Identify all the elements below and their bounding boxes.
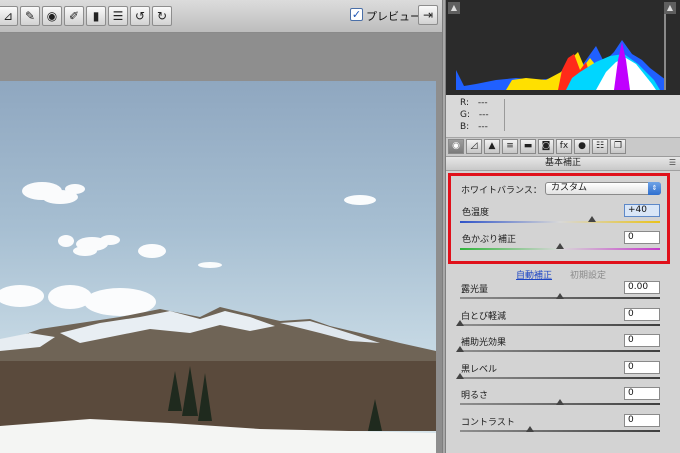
- default-tone-link[interactable]: 初期設定: [570, 268, 606, 281]
- temperature-label: 色温度: [462, 208, 490, 218]
- tab-camera-calibration-icon[interactable]: ●: [574, 139, 590, 154]
- adjustment-label: 露光量: [461, 285, 489, 295]
- image-canvas: [0, 33, 442, 453]
- white-balance-value: カスタム: [551, 183, 588, 193]
- adjustment-label: 黒レベル: [461, 364, 498, 375]
- tab-lens-icon[interactable]: ◙: [538, 139, 554, 154]
- auto-tone-link[interactable]: 自動補正: [516, 268, 552, 281]
- adjustment-input[interactable]: 0: [624, 360, 660, 374]
- tint-slider-thumb[interactable]: [556, 243, 564, 249]
- panel-tabs: ◉ ◿ ▲ ≡ ▬ ◙ fx ● ☷ ❐: [446, 138, 680, 157]
- adjustment-slider-thumb[interactable]: [556, 293, 564, 299]
- adjustment-input[interactable]: 0: [624, 334, 660, 347]
- tab-snapshots-icon[interactable]: ❐: [610, 139, 626, 154]
- white-balance-select[interactable]: カスタム ⇕: [545, 182, 661, 195]
- tab-detail-icon[interactable]: ▲: [484, 139, 500, 154]
- adjustment-slider-thumb[interactable]: [456, 319, 464, 326]
- g-label: G:: [460, 110, 471, 120]
- adjustment-slider-track[interactable]: [460, 429, 660, 432]
- tab-split-toning-icon[interactable]: ▬: [520, 139, 536, 154]
- histogram: ▲ ▲: [446, 0, 680, 95]
- section-menu-icon[interactable]: ☰: [669, 158, 676, 167]
- b-value: ---: [478, 122, 488, 132]
- r-value: ---: [477, 98, 488, 108]
- adjustment-slider-thumb[interactable]: [456, 346, 464, 352]
- temperature-input[interactable]: +40: [624, 204, 660, 217]
- adjustment-slider-track[interactable]: [460, 323, 660, 326]
- adjustment-slider-track[interactable]: [460, 350, 660, 352]
- preview-checkbox[interactable]: ✓: [350, 8, 363, 21]
- adjustment-label: 補助光効果: [461, 338, 507, 348]
- toolbar: ⊿ ✎ ◉ ✐ ▮ ☰ ↺ ↻ ✓ プレビュー ⇥: [0, 0, 442, 33]
- rotate-ccw-icon[interactable]: ↺: [130, 6, 150, 26]
- adjustment-input[interactable]: 0.00: [624, 281, 660, 294]
- red-eye-icon[interactable]: ◉: [42, 6, 62, 26]
- tab-hsl-icon[interactable]: ≡: [502, 139, 518, 154]
- adjustment-slider-thumb[interactable]: [456, 372, 464, 379]
- tab-basic-icon[interactable]: ◉: [448, 139, 464, 154]
- adjustment-label: 白とび軽減: [461, 311, 507, 322]
- straighten-tool-icon[interactable]: ⊿: [0, 6, 18, 26]
- adjustment-label: 明るさ: [461, 391, 489, 401]
- adjustment-slider-thumb[interactable]: [526, 425, 534, 432]
- chevron-updown-icon: ⇕: [648, 182, 661, 195]
- graduated-filter-icon[interactable]: ▮: [86, 6, 106, 26]
- rotate-cw-icon[interactable]: ↻: [152, 6, 172, 26]
- r-label: R:: [460, 98, 470, 108]
- fullscreen-toggle-icon[interactable]: ⇥: [418, 5, 438, 25]
- tint-label: 色かぶり補正: [462, 235, 517, 245]
- temperature-slider-thumb[interactable]: [588, 216, 596, 222]
- tab-effects-icon[interactable]: fx: [556, 139, 572, 154]
- adjustment-label: コントラスト: [461, 417, 515, 428]
- tab-tone-curve-icon[interactable]: ◿: [466, 139, 482, 154]
- tab-presets-icon[interactable]: ☷: [592, 139, 608, 154]
- rgb-readout: R: --- G: --- B: ---: [446, 95, 680, 138]
- g-value: ---: [478, 110, 489, 120]
- adjustment-brush-icon[interactable]: ✐: [64, 6, 84, 26]
- adjustment-input[interactable]: 0: [624, 413, 660, 427]
- adjustment-input[interactable]: 0: [624, 307, 660, 321]
- readout-separator: [504, 99, 505, 131]
- preferences-icon[interactable]: ☰: [108, 6, 128, 26]
- b-label: B:: [460, 122, 470, 132]
- adjustment-input[interactable]: 0: [624, 387, 660, 400]
- white-balance-label: ホワイトバランス：: [461, 186, 542, 196]
- tint-input[interactable]: 0: [624, 231, 660, 244]
- photo-preview[interactable]: [0, 81, 436, 453]
- preview-label: プレビュー: [366, 10, 421, 23]
- adjustment-slider-thumb[interactable]: [556, 399, 564, 405]
- temperature-slider-track[interactable]: [460, 221, 660, 223]
- section-title: 基本補正: [446, 157, 680, 171]
- adjustment-slider-track[interactable]: [460, 376, 660, 379]
- spot-removal-icon[interactable]: ✎: [20, 6, 40, 26]
